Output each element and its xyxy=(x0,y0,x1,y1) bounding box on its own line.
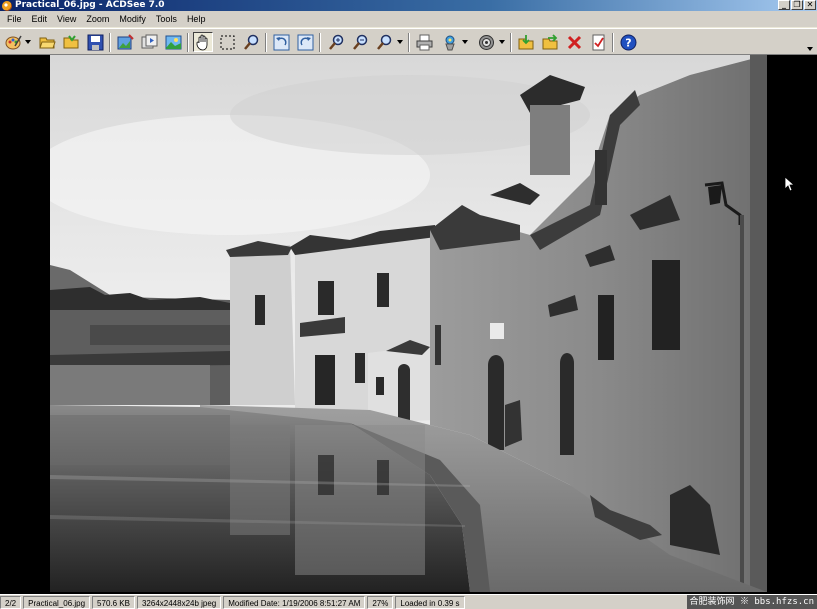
status-load-time: Loaded in 0.39 s xyxy=(395,595,465,609)
zoom-in-icon xyxy=(328,34,343,50)
wallpaper-dropdown-icon[interactable] xyxy=(462,39,468,45)
delete-icon xyxy=(567,35,581,49)
menu-modify[interactable]: Modify xyxy=(114,12,151,27)
zoom-options-button[interactable] xyxy=(374,32,394,52)
toolbar-separator xyxy=(510,33,512,52)
photo-button[interactable] xyxy=(163,32,183,52)
menu-help[interactable]: Help xyxy=(182,12,211,27)
status-dimensions: 3264x2448x24b jpeg xyxy=(136,595,222,609)
properties-icon xyxy=(592,34,604,50)
menu-tools[interactable]: Tools xyxy=(151,12,182,27)
edit-image-button[interactable] xyxy=(115,32,135,52)
properties-button[interactable] xyxy=(588,32,608,52)
open-folder-icon xyxy=(63,34,78,48)
toolbar-separator xyxy=(319,33,321,52)
zoom-out-button[interactable] xyxy=(350,32,370,52)
status-modified-date: Modified Date: 1/19/2006 8:51:27 AM xyxy=(223,595,366,609)
zoom-out-icon xyxy=(352,34,367,50)
acquire-icon xyxy=(5,35,22,49)
copy-to-icon xyxy=(518,34,533,49)
mouse-pointer-icon xyxy=(784,176,796,192)
image-viewer[interactable] xyxy=(0,55,817,594)
toolbar: ? xyxy=(0,28,817,55)
displayed-photo xyxy=(50,55,767,592)
title-bar: Practical_06.jpg - ACDSee 7.0 _ ❐ ✕ xyxy=(0,0,817,11)
toolbar-separator xyxy=(109,33,111,52)
menu-edit[interactable]: Edit xyxy=(27,12,53,27)
toolbar-overflow-icon[interactable] xyxy=(807,46,813,52)
delete-button[interactable] xyxy=(564,32,584,52)
browse-icon xyxy=(38,37,56,48)
acquire-button[interactable] xyxy=(3,32,23,52)
rotate-right-button[interactable] xyxy=(295,32,315,52)
print-button[interactable] xyxy=(414,32,434,52)
save-icon xyxy=(87,34,103,50)
select-tool-icon xyxy=(220,35,234,49)
menu-bar: File Edit View Zoom Modify Tools Help xyxy=(0,11,817,28)
window-controls: _ ❐ ✕ xyxy=(778,0,816,10)
village-photo xyxy=(50,55,767,592)
watermark: 合肥装饰网 ※ bbs.hfzs.cn xyxy=(686,595,817,609)
slideshow-button[interactable] xyxy=(139,32,159,52)
window-title: Practical_06.jpg - ACDSee 7.0 xyxy=(15,0,165,10)
save-button[interactable] xyxy=(85,32,105,52)
move-to-icon xyxy=(542,33,557,49)
status-index: 2/2 xyxy=(0,595,22,609)
rotate-left-icon xyxy=(273,34,289,50)
minimize-button[interactable]: _ xyxy=(778,0,790,10)
filter-icon xyxy=(478,34,494,50)
browse-button[interactable] xyxy=(37,32,57,52)
hand-tool-button[interactable] xyxy=(193,32,213,52)
wallpaper-icon xyxy=(444,35,455,50)
acdsee-app-icon[interactable] xyxy=(2,0,12,11)
status-bar: 2/2 Practical_06.jpg 570.6 KB 3264x2448x… xyxy=(0,594,817,609)
status-filesize: 570.6 KB xyxy=(92,595,135,609)
toolbar-separator xyxy=(408,33,410,52)
toolbar-separator xyxy=(265,33,267,52)
hand-tool-icon xyxy=(196,34,207,50)
select-tool-button[interactable] xyxy=(217,32,237,52)
copy-to-button[interactable] xyxy=(516,32,536,52)
photo-icon xyxy=(165,35,181,49)
menu-zoom[interactable]: Zoom xyxy=(81,12,114,27)
wallpaper-button[interactable] xyxy=(440,32,460,52)
acquire-dropdown-icon[interactable] xyxy=(25,39,31,45)
status-zoom: 27% xyxy=(367,595,394,609)
move-to-button[interactable] xyxy=(540,32,560,52)
filter-dropdown-icon[interactable] xyxy=(499,39,505,45)
zoom-options-icon xyxy=(376,34,391,50)
rotate-right-icon xyxy=(297,34,313,50)
rotate-left-button[interactable] xyxy=(271,32,291,52)
close-button[interactable]: ✕ xyxy=(804,0,816,10)
filter-button[interactable] xyxy=(476,32,496,52)
magnifier-button[interactable] xyxy=(241,32,261,52)
help-button[interactable]: ? xyxy=(618,32,638,52)
slideshow-icon xyxy=(141,34,157,48)
menu-file[interactable]: File xyxy=(2,12,27,27)
zoom-in-button[interactable] xyxy=(326,32,346,52)
svg-text:?: ? xyxy=(625,36,631,49)
toolbar-separator xyxy=(612,33,614,52)
menu-view[interactable]: View xyxy=(52,12,81,27)
zoom-dropdown-icon[interactable] xyxy=(397,39,403,45)
print-icon xyxy=(416,34,432,50)
open-folder-button[interactable] xyxy=(61,32,81,52)
magnifier-icon xyxy=(243,34,258,50)
status-filename: Practical_06.jpg xyxy=(23,595,91,609)
help-icon: ? xyxy=(620,34,636,50)
toolbar-separator xyxy=(187,33,189,52)
edit-image-icon xyxy=(117,33,134,49)
restore-button[interactable]: ❐ xyxy=(791,0,803,10)
